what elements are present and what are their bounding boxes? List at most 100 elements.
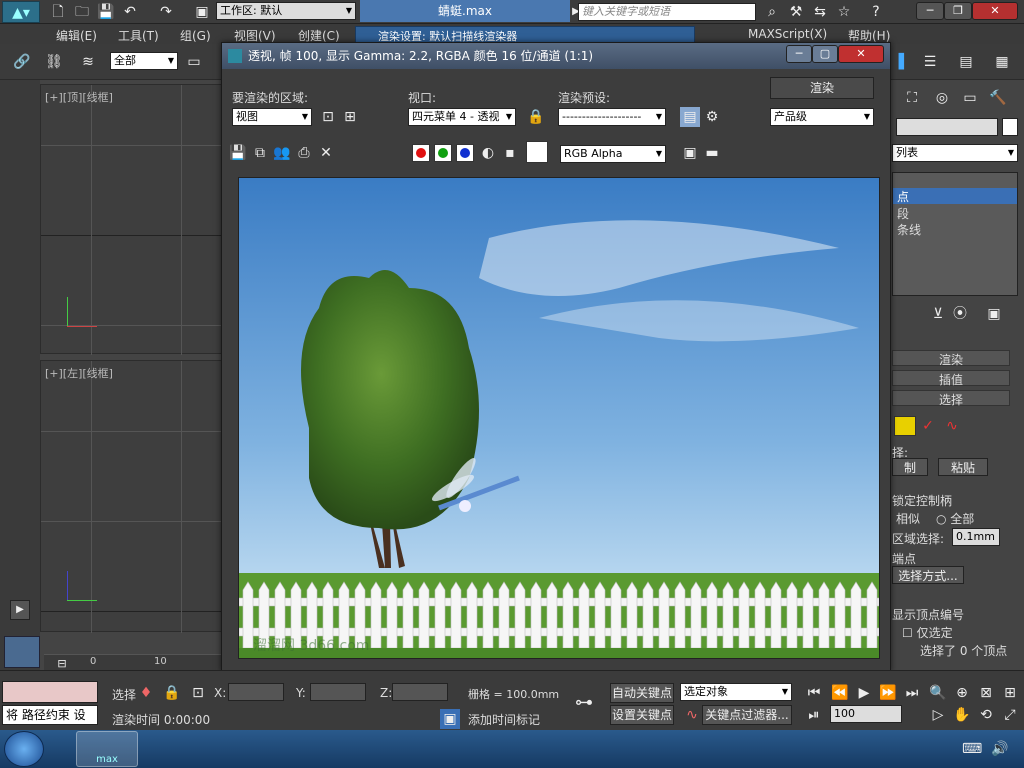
previous-frame-icon[interactable]: ⏪ (830, 683, 850, 703)
render-window-title[interactable]: 透视, 帧 100, 显示 Gamma: 2.2, RGBA 颜色 16 位/通… (222, 43, 890, 69)
all-radio[interactable]: ○ 全部 (936, 510, 974, 527)
rollout-render[interactable]: 渲染 (892, 350, 1010, 367)
clear-icon[interactable]: ✕ (316, 143, 336, 163)
similar-radio[interactable]: 相似 (896, 510, 920, 527)
spline-select-icon[interactable]: ∿ (942, 416, 962, 436)
select-by-button[interactable]: 选择方式... (892, 566, 964, 584)
selection-lock-icon[interactable]: 🔒 (162, 683, 182, 703)
rollout-interpolation[interactable]: 插值 (892, 370, 1010, 387)
taskbar-app-3dsmax[interactable]: max (76, 731, 138, 767)
object-color-swatch[interactable] (1002, 118, 1018, 136)
alpha-channel-icon[interactable]: ◐ (478, 143, 498, 163)
key-mode-select[interactable]: 选定对象 (680, 683, 792, 701)
motion-tab-icon[interactable]: ◎ (932, 88, 952, 108)
toggle-ui-overlay-icon[interactable]: ▣ (680, 143, 700, 163)
viewport-top[interactable]: [+][顶][线框] (40, 84, 223, 355)
auto-key-button[interactable]: 自动关键点 (610, 683, 674, 703)
play-icon[interactable]: ▶ (854, 683, 874, 703)
monochrome-icon[interactable]: ▪ (500, 143, 520, 163)
area-select-input[interactable]: 0.1mm (952, 528, 1000, 546)
new-file-icon[interactable]: 🗋 (48, 2, 68, 22)
rendered-image[interactable]: 溜溜网 3d66.com (238, 177, 880, 659)
modifier-stack[interactable]: 点 段 条线 (892, 172, 1018, 296)
color-swatch[interactable] (526, 141, 548, 163)
binoculars-icon[interactable]: ⌕ (762, 2, 782, 22)
display-tab-icon[interactable]: ▭ (960, 88, 980, 108)
unlink-icon[interactable]: ⛓ (44, 52, 64, 72)
render-button[interactable]: 渲染 (770, 77, 874, 99)
render-window-maximize[interactable]: ▢ (812, 45, 838, 63)
blue-channel-toggle[interactable] (456, 144, 474, 162)
configure-sets-icon[interactable]: ▣ (984, 304, 1004, 324)
green-channel-toggle[interactable] (434, 144, 452, 162)
zoom-extents-all-icon[interactable]: ⊞ (1000, 683, 1020, 703)
go-to-start-icon[interactable]: ⏮ (804, 683, 824, 703)
viewport-left-label[interactable]: [+][左][线框] (45, 365, 113, 381)
redo-icon[interactable]: ↷ (156, 2, 176, 22)
open-file-icon[interactable]: 🗀 (72, 2, 92, 22)
keyboard-icon[interactable]: ⌨ (962, 739, 982, 759)
utilities-tab-icon[interactable]: 🔨 (988, 88, 1008, 108)
zoom-icon[interactable]: 🔍 (928, 683, 948, 703)
show-end-result-icon[interactable]: ⦿ (950, 304, 970, 324)
save-image-icon[interactable]: 💾 (228, 143, 248, 163)
start-button[interactable] (4, 731, 44, 767)
viewport-select[interactable]: 四元菜单 4 - 透视 (408, 108, 516, 126)
restore-button[interactable]: ❐ (944, 2, 972, 20)
menu-edit[interactable]: 编辑(E) (56, 27, 97, 44)
key-filter-icon[interactable]: ∿ (682, 705, 702, 725)
workspace-select[interactable]: 工作区: 默认 (216, 2, 356, 20)
segment-select-icon[interactable]: ✓ (918, 416, 938, 436)
expand-arrow-button[interactable]: ▶ (10, 600, 30, 620)
orbit-icon[interactable]: ⟲ (976, 705, 996, 725)
minimize-button[interactable]: ─ (916, 2, 944, 20)
align-icon[interactable]: ▌ (894, 52, 914, 72)
save-icon[interactable]: 💾 (96, 2, 116, 22)
render-window-close[interactable]: ✕ (838, 45, 884, 63)
layer-icon[interactable]: ☰ (920, 52, 940, 72)
time-tag-icon[interactable]: ▣ (440, 709, 460, 729)
zoom-all-icon[interactable]: ⊕ (952, 683, 972, 703)
render-setup-icon[interactable]: ▤ (680, 107, 700, 127)
bind-space-warp-icon[interactable]: ≋ (78, 52, 98, 72)
render-window-minimize[interactable]: ─ (786, 45, 812, 63)
print-icon[interactable]: ⎙ (294, 143, 314, 163)
pin-stack-icon[interactable]: ⊻ (928, 304, 948, 324)
x-coordinate-field[interactable] (228, 683, 284, 701)
edit-region-icon[interactable]: ⊡ (318, 107, 338, 127)
link-icon[interactable]: 🔗 (12, 52, 32, 72)
star-icon[interactable]: ☆ (834, 2, 854, 22)
go-to-end-icon[interactable]: ⏭ (902, 683, 922, 703)
selection-filter-select[interactable]: 全部 (110, 52, 178, 70)
copy-button[interactable]: 制 (892, 458, 928, 476)
y-coordinate-field[interactable] (310, 683, 366, 701)
next-frame-icon[interactable]: ⏩ (878, 683, 898, 703)
key-icon[interactable]: ⊶ (574, 693, 594, 713)
pan-icon[interactable]: ✋ (952, 705, 972, 725)
lock-viewport-icon[interactable]: 🔒 (526, 107, 546, 127)
menu-tools[interactable]: 工具(T) (118, 27, 159, 44)
rollout-selection[interactable]: 选择 (892, 390, 1010, 407)
z-coordinate-field[interactable] (392, 683, 448, 701)
render-preset-select[interactable]: -------------------- (558, 108, 666, 126)
close-button[interactable]: ✕ (972, 2, 1018, 20)
stack-item-vertex[interactable]: 点 (893, 188, 1017, 204)
copy-image-icon[interactable]: ⧉ (250, 143, 270, 163)
volume-icon[interactable]: 🔊 (990, 739, 1010, 759)
add-time-tag-button[interactable]: 添加时间标记 (468, 711, 540, 728)
select-object-icon[interactable]: ▭ (184, 52, 204, 72)
modifier-list-select[interactable]: 列表 (892, 144, 1018, 162)
vertex-select-icon[interactable] (894, 416, 916, 436)
menu-group[interactable]: 组(G) (180, 27, 211, 44)
current-frame-field[interactable]: 100 (830, 705, 902, 723)
channel-display-select[interactable]: RGB Alpha (560, 145, 666, 163)
toggle-ui-icon[interactable]: ▬ (702, 143, 722, 163)
environment-icon[interactable]: ⚙ (702, 107, 722, 127)
only-selected-checkbox[interactable]: ☐ 仅选定 (902, 624, 953, 641)
app-logo-icon[interactable]: ▲▾ (2, 1, 40, 23)
render-quality-select[interactable]: 产品级 (770, 108, 874, 126)
viewport-left[interactable]: [+][左][线框] (40, 360, 223, 633)
stack-item-segment[interactable]: 段 (893, 205, 1017, 221)
object-name-field[interactable] (896, 118, 998, 136)
menu-maxscript[interactable]: MAXScript(X) (748, 27, 827, 41)
